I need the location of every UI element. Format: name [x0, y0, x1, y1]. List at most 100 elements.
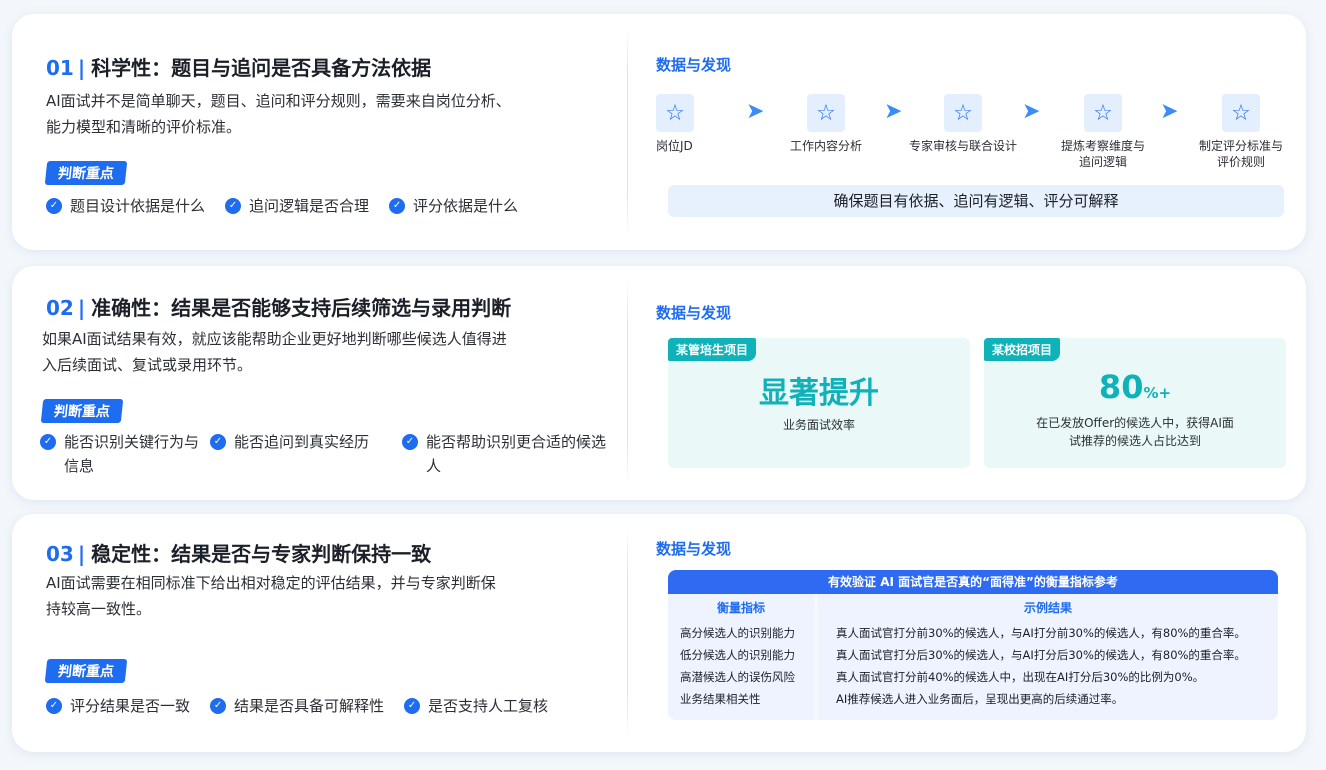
check-item-label: 能否追问到真实经历: [234, 433, 370, 451]
summary-band: 确保题目有依据、追问有逻辑、评分可解释: [668, 185, 1284, 217]
star-icon: ☆: [1222, 94, 1260, 132]
flow-step-label: 专家审核与联合设计: [908, 139, 1017, 153]
section-card-scientific: 01 | 科学性：题目与追问是否具备方法依据 AI面试并不是简单聊天，题目、追问和评…: [12, 14, 1306, 250]
stat-caption: 在已发放Offer的候选人中，获得AI面试推荐的候选人占比达到: [1036, 416, 1234, 448]
check-item: ✓ 能否识别关键行为与信息: [40, 430, 202, 478]
check-item: ✓ 评分结果是否一致: [46, 694, 190, 718]
focus-tag: 判断重点: [44, 659, 128, 683]
section-title-text: 稳定性：结果是否与专家判断保持一致: [91, 542, 432, 566]
section-number: 03: [46, 542, 74, 566]
metrics-table: 有效验证 AI 面试官是否真的“面得准”的衡量指标参考 衡量指标 高分候选人的识…: [668, 570, 1278, 720]
checkmark-icon: ✓: [40, 434, 56, 450]
vertical-divider: [627, 280, 628, 486]
metrics-column: 衡量指标 高分候选人的识别能力 低分候选人的识别能力 高潜候选人的误伤风险 业务…: [668, 594, 814, 720]
checkmark-icon: ✓: [389, 198, 406, 214]
section-card-stability: 03 | 稳定性：结果是否与专家判断保持一致 AI面试需要在相同标准下给出相对稳定的…: [12, 514, 1306, 752]
table-cell: 真人面试官打分前40%的候选人中，出现在AI打分后30%的比例为0%。: [836, 670, 1205, 684]
stat-tag: 某管培生项目: [668, 338, 757, 361]
stat-value: 80%+: [984, 368, 1286, 406]
checkmark-icon: ✓: [210, 698, 227, 714]
table-cell: 高潜候选人的误伤风险: [680, 670, 795, 684]
title-divider: |: [77, 296, 86, 320]
findings-title: 数据与发现: [656, 56, 732, 74]
flow-step: ☆ 专家审核与联合设计: [908, 94, 1018, 154]
stat-value: 显著提升: [759, 376, 879, 411]
check-item-label: 评分依据是什么: [413, 197, 519, 215]
check-list: ✓ 题目设计依据是什么 ✓ 追问逻辑是否合理 ✓ 评分依据是什么: [46, 194, 538, 218]
section-left: 01 | 科学性：题目与追问是否具备方法依据 AI面试并不是简单聊天，题目、追问和评…: [44, 14, 626, 250]
check-item-label: 能否帮助识别更合适的候选人: [426, 433, 607, 475]
stat-tag: 某校招项目: [984, 338, 1061, 361]
flow-step: ☆ 制定评分标准与评价规则: [1186, 94, 1296, 170]
star-icon: ☆: [807, 94, 845, 132]
section-card-accuracy: 02 | 准确性：结果是否能够支持后续筛选与录用判断 如果AI面试结果有效，就应该能…: [12, 266, 1306, 500]
table-cell: 业务结果相关性: [680, 692, 761, 706]
flow-step-label: 提炼考察维度与追问逻辑: [1060, 139, 1145, 169]
checkmark-icon: ✓: [46, 698, 62, 714]
stat-card: 某管培生项目 显著提升 业务面试效率: [668, 338, 970, 468]
section-title: 02 | 准确性：结果是否能够支持后续筛选与录用判断: [46, 292, 511, 321]
check-item: ✓ 题目设计依据是什么: [46, 194, 205, 218]
check-item: ✓ 是否支持人工复核: [404, 694, 548, 718]
flow-step-label: 制定评分标准与评价规则: [1198, 139, 1283, 169]
stat-suffix: %+: [1143, 384, 1172, 402]
flow-step: ☆ 工作内容分析: [771, 94, 881, 154]
check-item-label: 题目设计依据是什么: [70, 197, 206, 215]
checkmark-icon: ✓: [46, 198, 62, 214]
check-item-label: 结果是否具备可解释性: [234, 697, 385, 715]
table-body: 衡量指标 高分候选人的识别能力 低分候选人的识别能力 高潜候选人的误伤风险 业务…: [668, 594, 1278, 720]
section-title: 03 | 稳定性：结果是否与专家判断保持一致: [46, 538, 431, 567]
findings-title: 数据与发现: [656, 304, 732, 322]
star-icon: ☆: [656, 94, 694, 132]
section-left: 02 | 准确性：结果是否能够支持后续筛选与录用判断 如果AI面试结果有效，就应该能…: [40, 266, 626, 500]
table-cell: 低分候选人的识别能力: [680, 648, 795, 662]
star-icon: ☆: [944, 94, 982, 132]
table-cell: 真人面试官打分后30%的候选人，与AI打分后30%的候选人，有80%的重合率。: [836, 648, 1246, 662]
check-item-label: 能否识别关键行为与信息: [64, 433, 200, 475]
check-list: ✓ 评分结果是否一致 ✓ 结果是否具备可解释性 ✓ 是否支持人工复核: [46, 694, 568, 718]
checkmark-icon: ✓: [225, 198, 242, 214]
section-title-text: 准确性：结果是否能够支持后续筛选与录用判断: [91, 296, 512, 320]
section-number: 02: [46, 296, 74, 320]
section-number: 01: [46, 56, 74, 80]
section-description: 如果AI面试结果有效，就应该能帮助企业更好地判断哪些候选人值得进入后续面试、复试…: [42, 330, 507, 374]
arrow-right-icon: ➤: [1022, 99, 1041, 124]
check-item-label: 评分结果是否一致: [70, 697, 191, 715]
check-item-label: 追问逻辑是否合理: [249, 197, 370, 215]
section-left: 03 | 稳定性：结果是否与专家判断保持一致 AI面试需要在相同标准下给出相对稳定的…: [44, 514, 626, 752]
check-item: ✓ 能否帮助识别更合适的候选人: [402, 430, 612, 478]
checkmark-icon: ✓: [404, 698, 421, 714]
stat-caption: 业务面试效率: [782, 418, 855, 432]
stat-card: 某校招项目 80%+ 在已发放Offer的候选人中，获得AI面试推荐的候选人占比…: [984, 338, 1286, 468]
section-right: 数据与发现 ☆ 岗位JD ➤ ☆ 工作内容分析 ➤ ☆ 专家审核与联合设计 ➤ …: [656, 14, 1284, 250]
flow-step-label: 岗位JD: [656, 139, 693, 153]
arrow-right-icon: ➤: [1160, 99, 1179, 124]
check-item: ✓ 评分依据是什么: [389, 194, 518, 218]
results-column: 示例结果 真人面试官打分前30%的候选人，与AI打分前30%的候选人，有80%的…: [818, 594, 1278, 720]
table-cell: 真人面试官打分前30%的候选人，与AI打分前30%的候选人，有80%的重合率。: [836, 626, 1246, 640]
check-list: ✓ 能否识别关键行为与信息 ✓ 能否追问到真实经历 ✓ 能否帮助识别更合适的候选人: [40, 430, 612, 478]
section-description: AI面试需要在相同标准下给出相对稳定的评估结果，并与专家判断保持较高一致性。: [46, 574, 496, 618]
arrow-right-icon: ➤: [746, 99, 765, 124]
process-flow: ☆ 岗位JD ➤ ☆ 工作内容分析 ➤ ☆ 专家审核与联合设计 ➤ ☆ 提炼考察…: [656, 94, 1283, 174]
check-item: ✓ 追问逻辑是否合理: [225, 194, 369, 218]
section-title-text: 科学性：题目与追问是否具备方法依据: [91, 56, 432, 80]
check-item-label: 是否支持人工复核: [428, 697, 549, 715]
table-title: 有效验证 AI 面试官是否真的“面得准”的衡量指标参考: [668, 570, 1278, 594]
column-header: 示例结果: [1023, 601, 1072, 615]
findings-title: 数据与发现: [656, 540, 732, 558]
results-list: 真人面试官打分前30%的候选人，与AI打分前30%的候选人，有80%的重合率。 …: [818, 622, 1278, 710]
metrics-list: 高分候选人的识别能力 低分候选人的识别能力 高潜候选人的误伤风险 业务结果相关性: [668, 622, 814, 710]
column-header: 衡量指标: [716, 601, 765, 615]
vertical-divider: [627, 528, 628, 738]
flow-step: ☆ 提炼考察维度与追问逻辑: [1048, 94, 1158, 170]
checkmark-icon: ✓: [210, 434, 226, 450]
section-title: 01 | 科学性：题目与追问是否具备方法依据: [46, 52, 431, 81]
table-cell: AI推荐候选人进入业务面后，呈现出更高的后续通过率。: [836, 692, 1124, 706]
stat-number: 80: [1098, 368, 1144, 406]
star-icon: ☆: [1084, 94, 1122, 132]
title-divider: |: [77, 56, 86, 80]
title-divider: |: [77, 542, 86, 566]
checkmark-icon: ✓: [402, 434, 418, 450]
focus-tag: 判断重点: [44, 161, 128, 185]
